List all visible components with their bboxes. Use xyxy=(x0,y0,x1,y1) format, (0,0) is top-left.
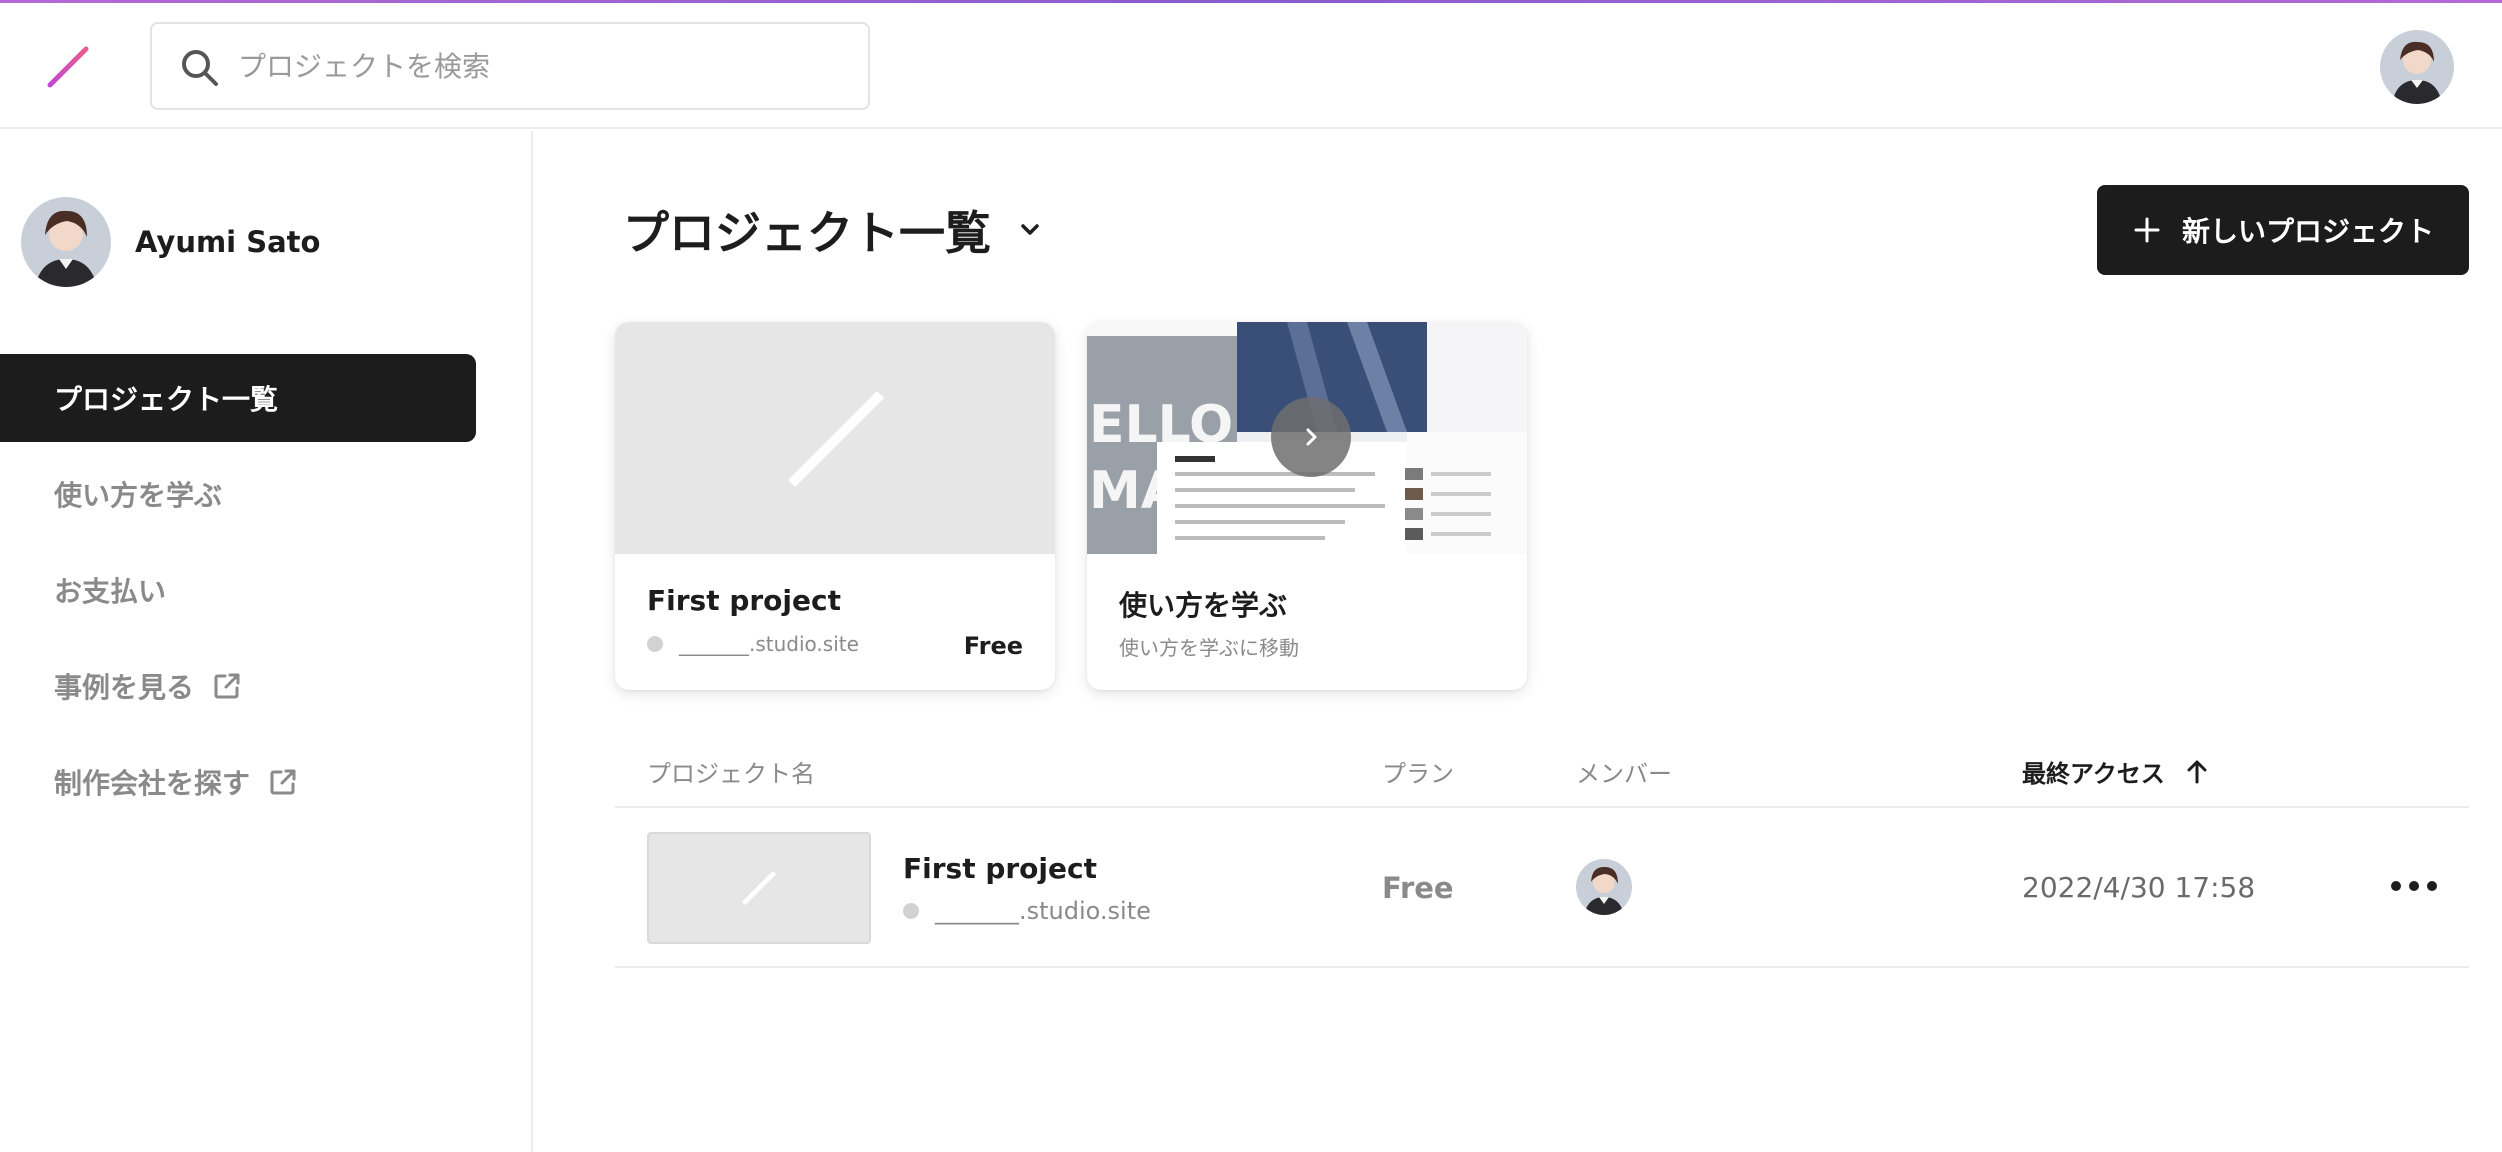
column-project-name[interactable]: プロジェクト名 xyxy=(647,754,815,789)
card-title: 使い方を学ぶ xyxy=(1119,589,1288,622)
column-members[interactable]: メンバー xyxy=(1576,754,1672,789)
more-dot xyxy=(2391,881,2401,891)
row-domain: _______.studio.site xyxy=(903,897,1151,925)
new-project-label: 新しいプロジェクト xyxy=(2181,215,2434,248)
more-dot xyxy=(2427,881,2437,891)
project-card[interactable]: First project _______.studio.site Free xyxy=(615,322,1055,690)
sidebar-item-label: プロジェクト一覧 xyxy=(54,383,279,416)
status-dot xyxy=(647,636,663,652)
sidebar: Ayumi Sato プロジェクト一覧 使い方を学ぶ お支払い 事例を見る 制作… xyxy=(0,131,533,1152)
column-last-access[interactable]: 最終アクセス xyxy=(2022,754,2211,789)
learn-card[interactable]: ELLO MA 使い方を学ぶ 使い方を学ぶに移動 xyxy=(1087,322,1527,690)
more-icon[interactable] xyxy=(2391,868,2437,904)
sidebar-item-label: 使い方を学ぶ xyxy=(54,479,223,512)
column-last-access-label: 最終アクセス xyxy=(2022,760,2165,788)
avatar xyxy=(21,197,111,287)
row-project-name: First project xyxy=(903,852,1097,885)
plan-badge: Free xyxy=(963,632,1023,660)
card-domain-text: _______.studio.site xyxy=(679,632,859,656)
status-dot xyxy=(903,903,919,919)
project-thumbnail xyxy=(615,322,1055,554)
page-title: プロジェクト一覧 xyxy=(623,206,991,260)
sidebar-item-label: 事例を見る xyxy=(54,671,195,704)
search-icon xyxy=(182,50,218,86)
table-header: プロジェクト名 プラン メンバー 最終アクセス xyxy=(615,730,2469,808)
table-row[interactable]: First project _______.studio.site Free 2… xyxy=(615,808,2469,968)
card-title: First project xyxy=(647,584,841,617)
user-name: Ayumi Sato xyxy=(135,225,321,259)
sidebar-item-agencies[interactable]: 制作会社を探す xyxy=(0,738,476,826)
card-domain: _______.studio.site xyxy=(647,632,859,656)
column-plan[interactable]: プラン xyxy=(1382,754,1454,789)
row-domain-text: _______.studio.site xyxy=(935,897,1151,925)
member-avatar[interactable] xyxy=(1576,859,1632,915)
chevron-down-icon xyxy=(1021,224,1039,235)
search-input[interactable] xyxy=(238,38,838,94)
row-last-access: 2022/4/30 17:58 xyxy=(2022,871,2256,904)
new-project-button[interactable]: 新しいプロジェクト xyxy=(2097,185,2469,275)
sidebar-item-learn[interactable]: 使い方を学ぶ xyxy=(0,450,476,538)
more-dot xyxy=(2409,881,2419,891)
top-header xyxy=(0,3,2502,129)
sidebar-item-projects[interactable]: プロジェクト一覧 xyxy=(0,354,476,442)
sidebar-item-label: お支払い xyxy=(54,575,167,608)
search-box[interactable] xyxy=(150,22,870,110)
learn-thumbnail: ELLO MA xyxy=(1087,322,1527,554)
project-table: プロジェクト名 プラン メンバー 最終アクセス First project __… xyxy=(615,730,2469,968)
main-content: プロジェクト一覧 新しいプロジェクト First project _______… xyxy=(535,131,2502,1152)
sidebar-nav: プロジェクト一覧 使い方を学ぶ お支払い 事例を見る 制作会社を探す xyxy=(0,354,476,834)
external-link-icon xyxy=(214,673,240,699)
account-avatar[interactable] xyxy=(2380,30,2454,104)
play-icon[interactable] xyxy=(1271,397,1351,477)
card-subtitle: 使い方を学ぶに移動 xyxy=(1119,636,1299,660)
external-link-icon xyxy=(270,769,296,795)
row-plan: Free xyxy=(1382,871,1454,905)
sidebar-item-showcase[interactable]: 事例を見る xyxy=(0,642,476,730)
plus-icon xyxy=(2134,217,2160,243)
row-thumbnail xyxy=(647,832,871,944)
arrow-up-icon xyxy=(2187,760,2207,783)
studio-logo-icon[interactable] xyxy=(44,43,92,91)
sidebar-item-label: 制作会社を探す xyxy=(54,767,251,800)
project-view-dropdown[interactable]: プロジェクト一覧 xyxy=(623,195,1045,265)
sidebar-item-billing[interactable]: お支払い xyxy=(0,546,476,634)
user-profile[interactable]: Ayumi Sato xyxy=(21,197,320,287)
